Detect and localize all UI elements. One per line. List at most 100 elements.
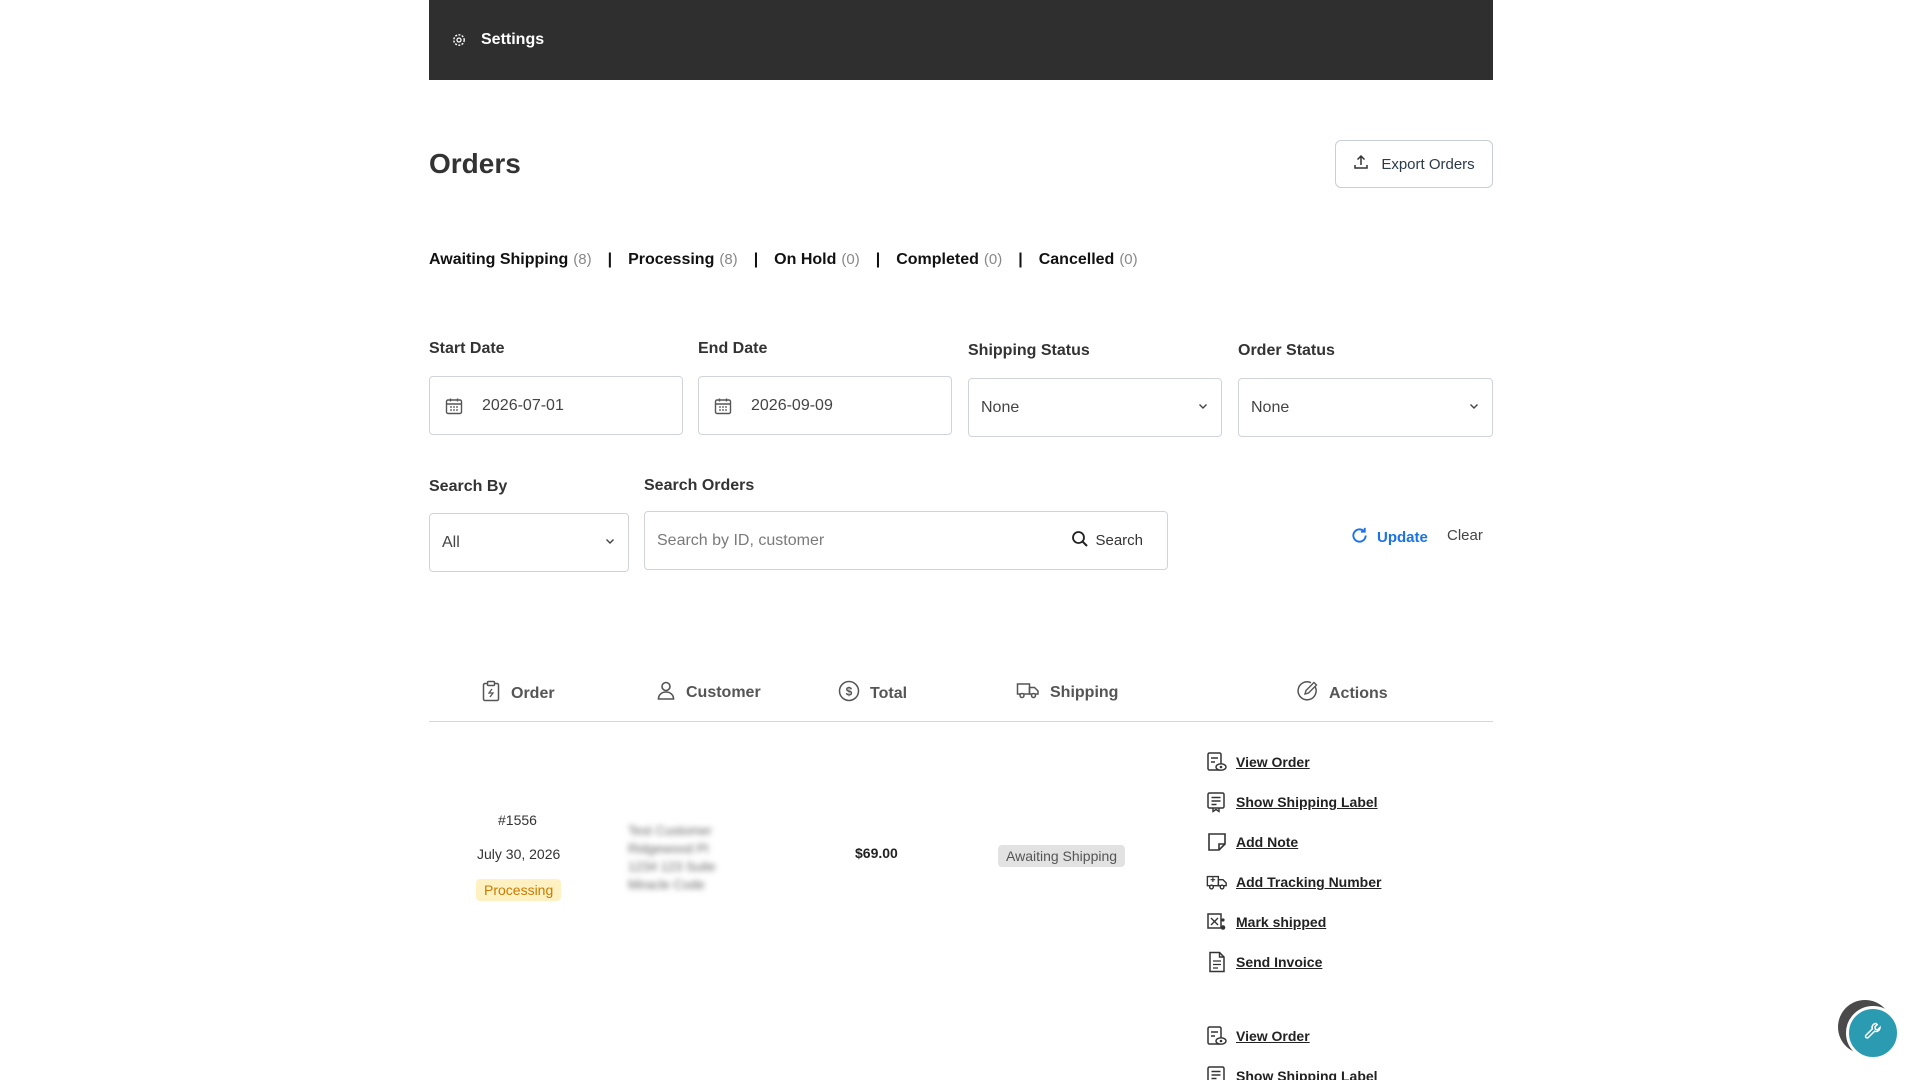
tab-separator: | — [1018, 251, 1023, 268]
column-customer-label: Customer — [686, 683, 761, 701]
column-order-label: Order — [511, 684, 555, 702]
gear-icon[interactable] — [449, 30, 469, 50]
customer-line: 1234 123 Suite — [628, 859, 716, 874]
tab-separator: | — [875, 251, 881, 268]
settings-link[interactable]: Settings — [481, 31, 544, 49]
pencil-circle-icon — [1297, 680, 1319, 707]
action-label: Show Shipping Label — [1236, 1068, 1378, 1080]
add-note-link[interactable]: Add Note — [1206, 831, 1298, 853]
tab-on-hold[interactable]: On Hold (0) — [774, 251, 860, 269]
start-date-value: 2026-07-01 — [482, 396, 564, 414]
tab-cancelled[interactable]: Cancelled (0) — [1039, 251, 1138, 269]
end-date-label: End Date — [698, 340, 768, 357]
order-clipboard-icon — [481, 680, 501, 707]
tab-completed[interactable]: Completed (0) — [896, 251, 1002, 269]
refresh-icon — [1350, 526, 1369, 549]
upload-icon — [1353, 154, 1369, 174]
top-bar: Settings — [429, 0, 1493, 80]
chevron-down-icon — [1197, 399, 1209, 417]
tab-name: Processing — [628, 251, 715, 268]
search-by-label: Search By — [429, 478, 508, 495]
shipping-status-select[interactable]: None — [968, 378, 1222, 437]
tab-count: (0) — [1119, 251, 1138, 268]
order-id[interactable]: #1556 — [498, 812, 537, 828]
start-date-label: Start Date — [429, 340, 505, 357]
calendar-icon — [713, 396, 733, 416]
shipping-status-label: Shipping Status — [968, 342, 1090, 359]
tab-name: Completed — [896, 251, 979, 268]
calendar-icon — [444, 396, 464, 416]
tracking-truck-icon — [1206, 871, 1228, 893]
status-tabs: Awaiting Shipping (8) | Processing (8) | O… — [429, 251, 1138, 269]
customer-line: Test Customer — [628, 823, 712, 838]
tab-awaiting-shipping[interactable]: Awaiting Shipping (8) — [429, 251, 592, 269]
end-date-value: 2026-09-09 — [751, 396, 833, 414]
dollar-icon: $ — [838, 680, 860, 707]
export-orders-label: Export Orders — [1381, 155, 1475, 173]
column-shipping-label: Shipping — [1050, 683, 1119, 701]
clear-button[interactable]: Clear — [1447, 527, 1483, 544]
send-invoice-link[interactable]: Send Invoice — [1206, 951, 1322, 973]
chevron-down-icon — [1468, 399, 1480, 417]
label-icon — [1206, 791, 1228, 813]
tab-processing[interactable]: Processing (8) — [628, 251, 738, 269]
note-icon — [1206, 831, 1228, 853]
search-by-value: All — [442, 533, 460, 551]
update-label: Update — [1377, 529, 1428, 546]
column-actions: Actions — [1297, 680, 1388, 707]
column-shipping: Shipping — [1016, 680, 1118, 705]
orders-table-header: Order Customer $ Total Shipping Actions — [429, 670, 1493, 722]
tab-separator: | — [753, 251, 759, 268]
order-total: $69.00 — [855, 845, 898, 861]
shipping-status-value: None — [981, 398, 1020, 416]
chevron-down-icon — [604, 534, 616, 552]
shipping-status-badge: Awaiting Shipping — [998, 845, 1126, 867]
invoice-icon — [1206, 951, 1228, 973]
box-check-icon — [1206, 911, 1228, 933]
order-date: July 30, 2026 — [477, 846, 561, 862]
show-shipping-label-link[interactable]: Show Shipping Label — [1206, 1065, 1378, 1080]
action-label: View Order — [1236, 1028, 1310, 1044]
mark-shipped-link[interactable]: Mark shipped — [1206, 911, 1326, 933]
customer-line: Miracle Code — [628, 877, 705, 892]
column-customer: Customer — [656, 680, 761, 705]
view-order-icon — [1206, 751, 1228, 773]
search-by-select[interactable]: All — [429, 513, 629, 572]
label-icon — [1206, 1065, 1228, 1080]
action-label: Show Shipping Label — [1236, 794, 1378, 810]
tab-count: (8) — [719, 251, 738, 268]
order-status-badge: Processing — [476, 879, 562, 901]
start-date-field[interactable]: 2026-07-01 — [429, 376, 683, 435]
column-total-label: Total — [870, 684, 908, 702]
search-input[interactable] — [657, 531, 1057, 550]
tab-count: (0) — [983, 251, 1003, 268]
search-orders-box: Search — [644, 511, 1168, 570]
action-label: Add Tracking Number — [1236, 874, 1382, 890]
action-label: View Order — [1236, 754, 1310, 770]
update-button[interactable]: Update — [1350, 526, 1428, 549]
view-order-icon — [1206, 1025, 1228, 1047]
search-orders-label: Search Orders — [644, 477, 755, 494]
svg-text:$: $ — [846, 685, 853, 699]
order-status-label: Order Status — [1238, 342, 1335, 359]
search-button[interactable]: Search — [1071, 512, 1143, 569]
end-date-field[interactable]: 2026-09-09 — [698, 376, 952, 435]
tab-separator: | — [607, 251, 613, 268]
action-label: Send Invoice — [1236, 954, 1323, 970]
order-status-value: None — [1251, 398, 1290, 416]
view-order-link[interactable]: View Order — [1206, 1025, 1310, 1047]
action-label: Add Note — [1236, 834, 1299, 850]
export-orders-button[interactable]: Export Orders — [1335, 140, 1493, 188]
tab-name: Awaiting Shipping — [429, 251, 569, 268]
user-icon — [656, 680, 676, 705]
help-fab-button[interactable] — [1846, 1006, 1900, 1060]
column-order: Order — [481, 680, 555, 707]
column-total: $ Total — [838, 680, 907, 707]
tab-name: On Hold — [774, 251, 837, 268]
show-shipping-label-link[interactable]: Show Shipping Label — [1206, 791, 1378, 813]
add-tracking-number-link[interactable]: Add Tracking Number — [1206, 871, 1381, 893]
tab-count: (8) — [573, 251, 592, 268]
view-order-link[interactable]: View Order — [1206, 751, 1310, 773]
tab-name: Cancelled — [1038, 251, 1115, 268]
order-status-select[interactable]: None — [1238, 378, 1493, 437]
